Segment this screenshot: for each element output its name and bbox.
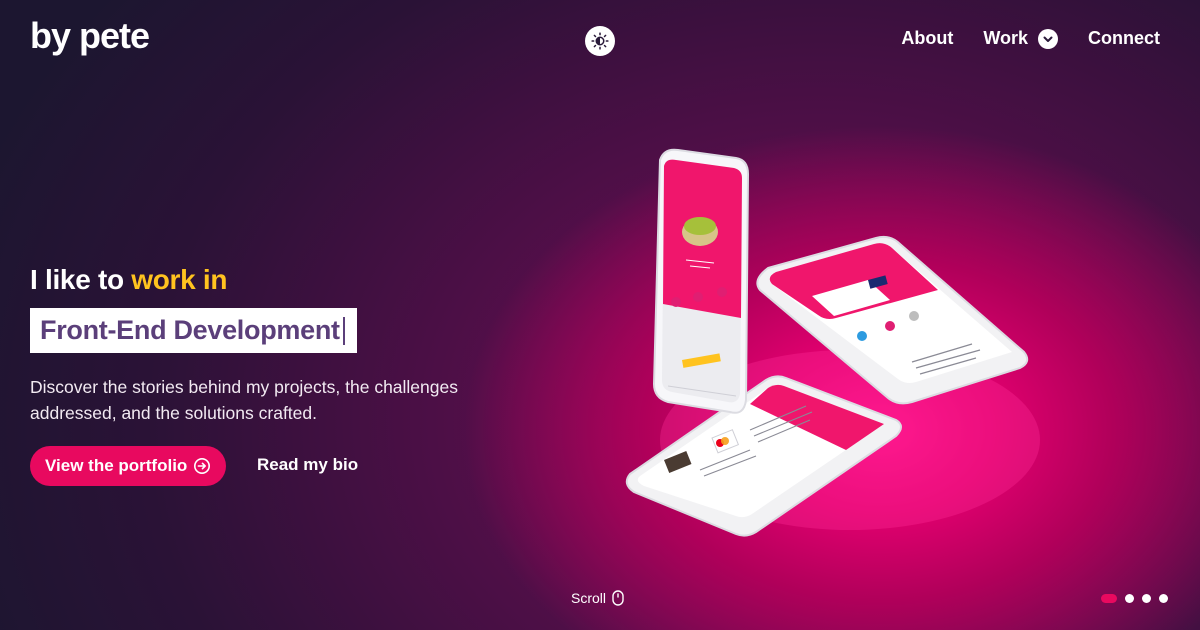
view-portfolio-button[interactable]: View the portfolio (30, 446, 227, 486)
chevron-down-icon[interactable] (1038, 28, 1058, 49)
theme-toggle-button[interactable] (585, 26, 615, 56)
hero-headline: I like to work in (30, 264, 227, 296)
pagination-dot[interactable] (1125, 594, 1134, 603)
pagination-dot[interactable] (1159, 594, 1168, 603)
view-portfolio-label: View the portfolio (45, 456, 188, 475)
slide-pagination (1101, 594, 1168, 603)
moon-sun-icon (591, 32, 609, 50)
scroll-indicator[interactable]: Scroll (571, 590, 624, 606)
mouse-icon (612, 590, 624, 606)
nav-work-dropdown[interactable]: Work (983, 28, 1058, 49)
hero-description-line-1: Discover the stories behind my projects,… (30, 377, 458, 397)
headline-accent: work in (131, 264, 228, 295)
hero-description: Discover the stories behind my projects,… (30, 374, 490, 426)
typed-text: Front-End Development (40, 315, 340, 345)
nav-work-label: Work (983, 28, 1028, 48)
main-nav: About Work Connect (901, 28, 1160, 49)
typing-caret (342, 316, 345, 345)
bypete-logo[interactable]: by pete (30, 18, 170, 62)
nav-connect-link[interactable]: Connect (1088, 28, 1160, 49)
phones-illustration (625, 148, 1040, 537)
phone-product (652, 148, 750, 414)
pagination-dot[interactable] (1142, 594, 1151, 603)
read-bio-link[interactable]: Read my bio (257, 455, 358, 475)
nav-about-link[interactable]: About (901, 28, 953, 49)
hero-description-line-2: addressed, and the solutions crafted. (30, 403, 317, 423)
headline-prefix: I like to (30, 264, 132, 295)
nav-connect-label: Connect (1088, 28, 1160, 48)
logo-text: by pete (30, 18, 149, 56)
nav-about-label: About (901, 28, 954, 48)
pagination-dot[interactable] (1101, 594, 1117, 603)
scroll-label: Scroll (571, 590, 607, 606)
typed-text-box: Front-End Development (30, 308, 357, 353)
arrow-right-circle-icon (194, 457, 211, 475)
